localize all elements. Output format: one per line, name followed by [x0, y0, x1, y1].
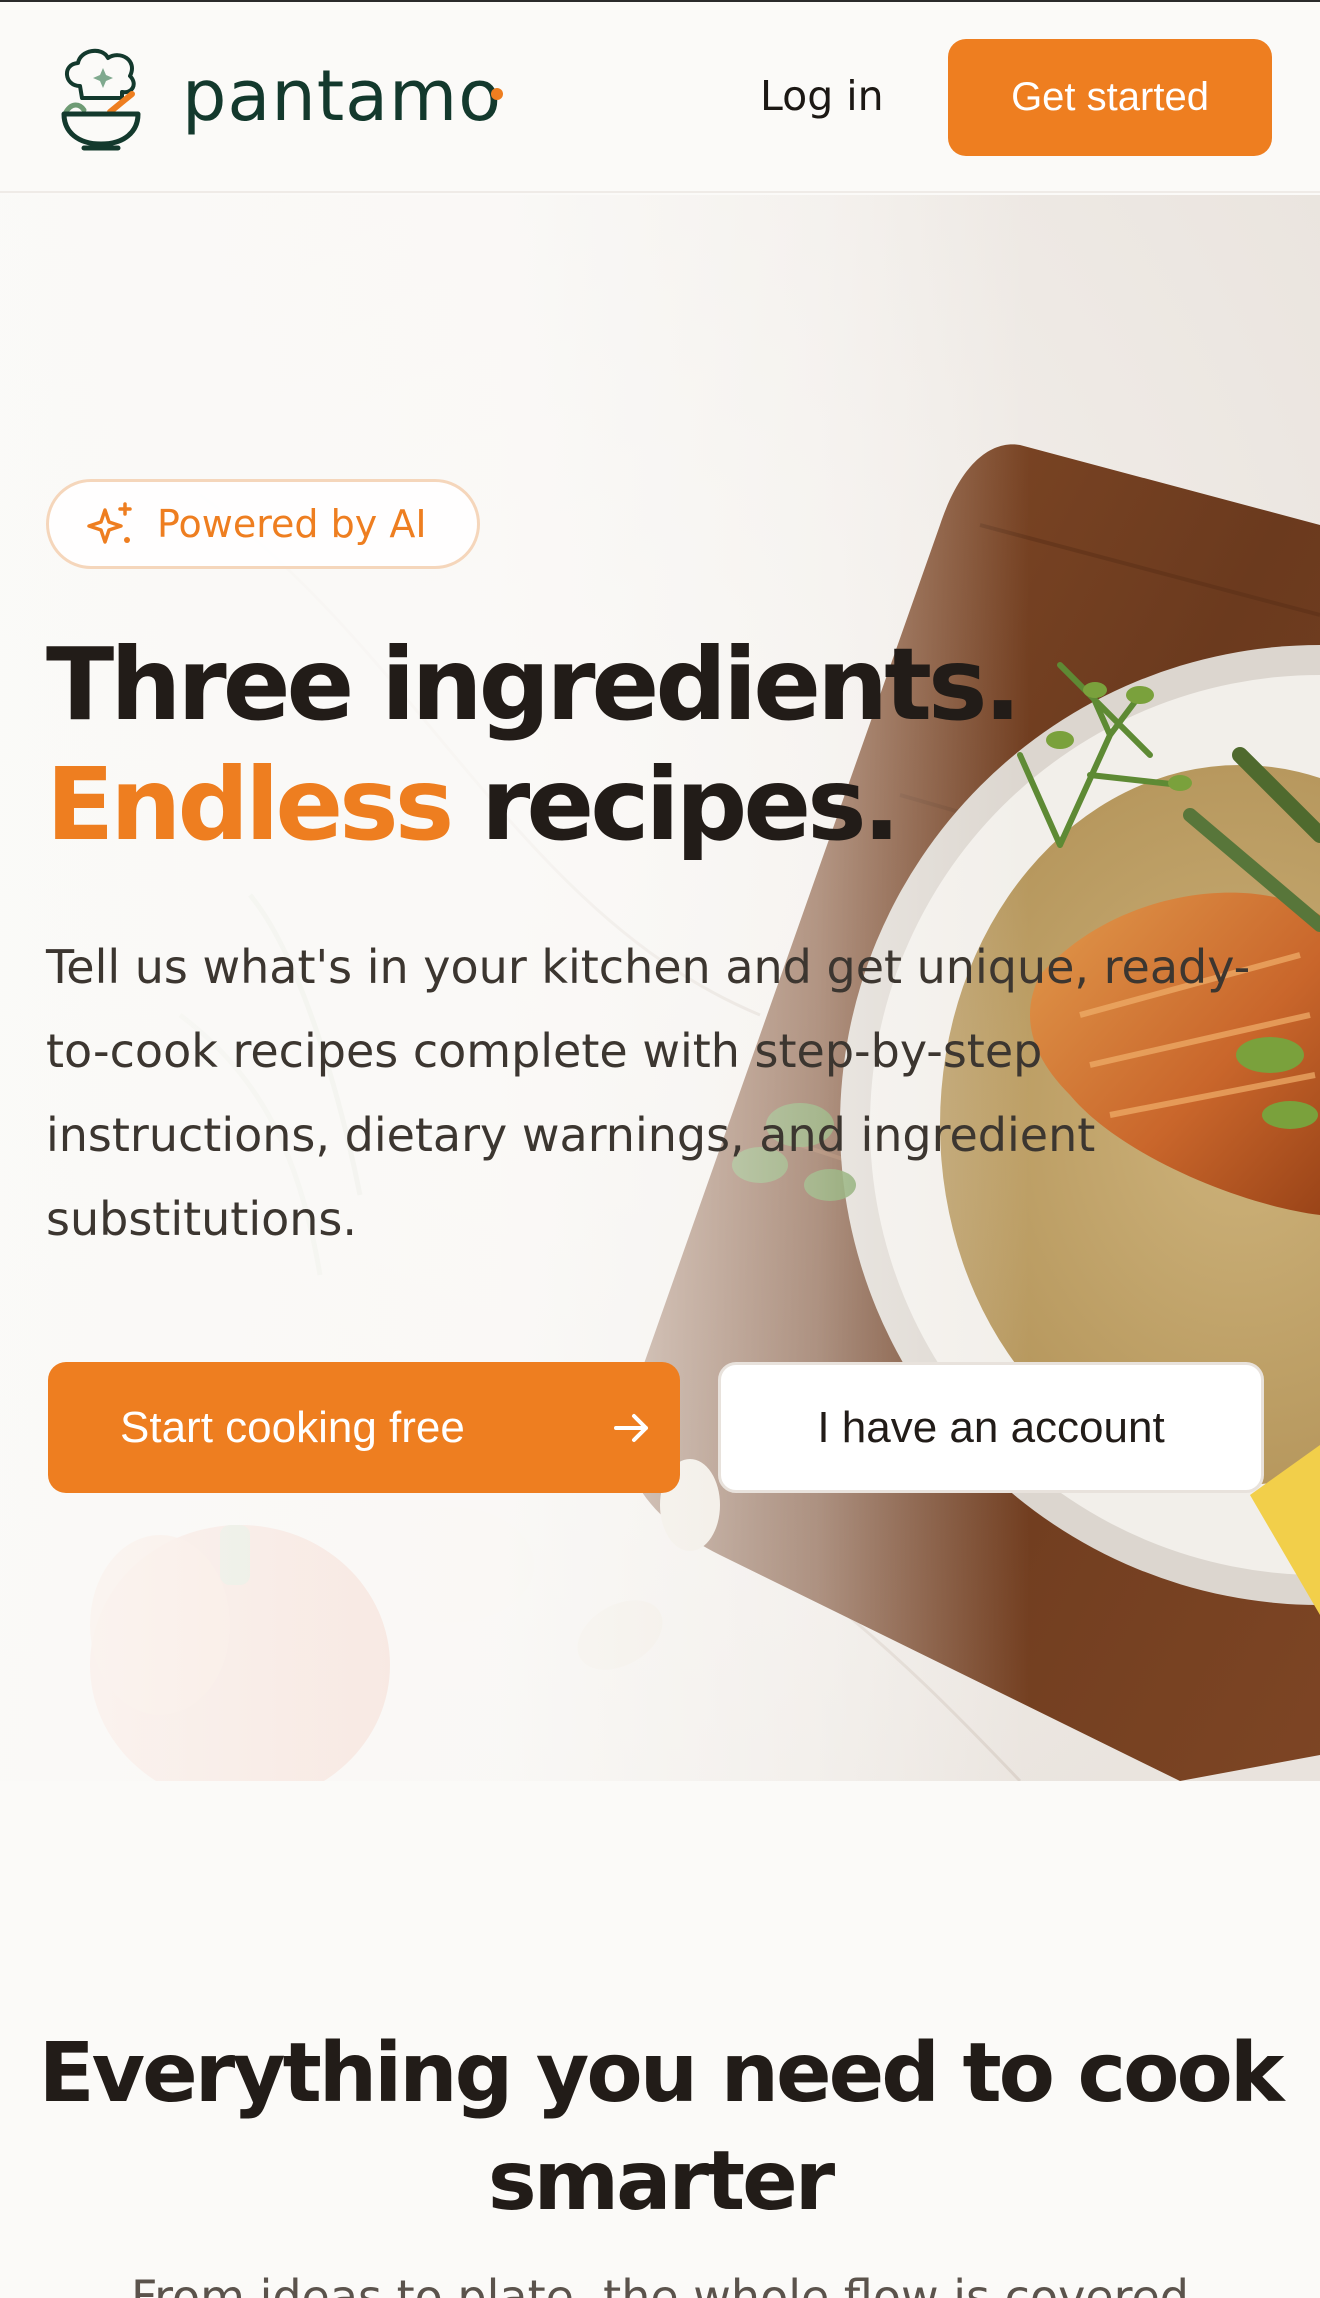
ai-badge-label: Powered by AI — [157, 502, 427, 546]
chef-hat-bowl-icon — [61, 48, 141, 151]
start-cooking-button[interactable]: Start cooking free — [48, 1362, 680, 1493]
landing-page: pantamo Log in Get started Powered by AI… — [0, 0, 1320, 2298]
headline-accent-word: Endless — [46, 746, 454, 863]
have-account-button[interactable]: I have an account — [718, 1362, 1264, 1493]
hero-section: Powered by AI Three ingredients. Endless… — [0, 195, 1320, 1781]
features-subtitle: From ideas to plate, the whole flow is c… — [130, 2270, 1190, 2298]
brand-wordmark: pantamo — [182, 55, 503, 137]
sparkles-icon — [87, 502, 132, 544]
get-started-button[interactable]: Get started — [948, 39, 1272, 156]
start-cooking-label: Start cooking free — [120, 1403, 465, 1452]
hero-headline: Three ingredients. Endless recipes. — [46, 625, 1146, 865]
headline-line-2: Endless recipes. — [46, 745, 1146, 865]
headline-rest: recipes. — [450, 746, 901, 863]
login-link[interactable]: Log in — [760, 66, 884, 126]
top-nav: pantamo Log in Get started — [0, 0, 1320, 193]
hero-description: Tell us what's in your kitchen and get u… — [46, 940, 1251, 1246]
arrow-right-icon — [614, 1414, 648, 1442]
ai-badge: Powered by AI — [46, 479, 480, 569]
headline-line-1: Three ingredients. — [46, 626, 1022, 743]
features-title: Everything you need to cook smarter — [38, 2026, 1285, 2229]
brand-dot — [491, 88, 503, 100]
